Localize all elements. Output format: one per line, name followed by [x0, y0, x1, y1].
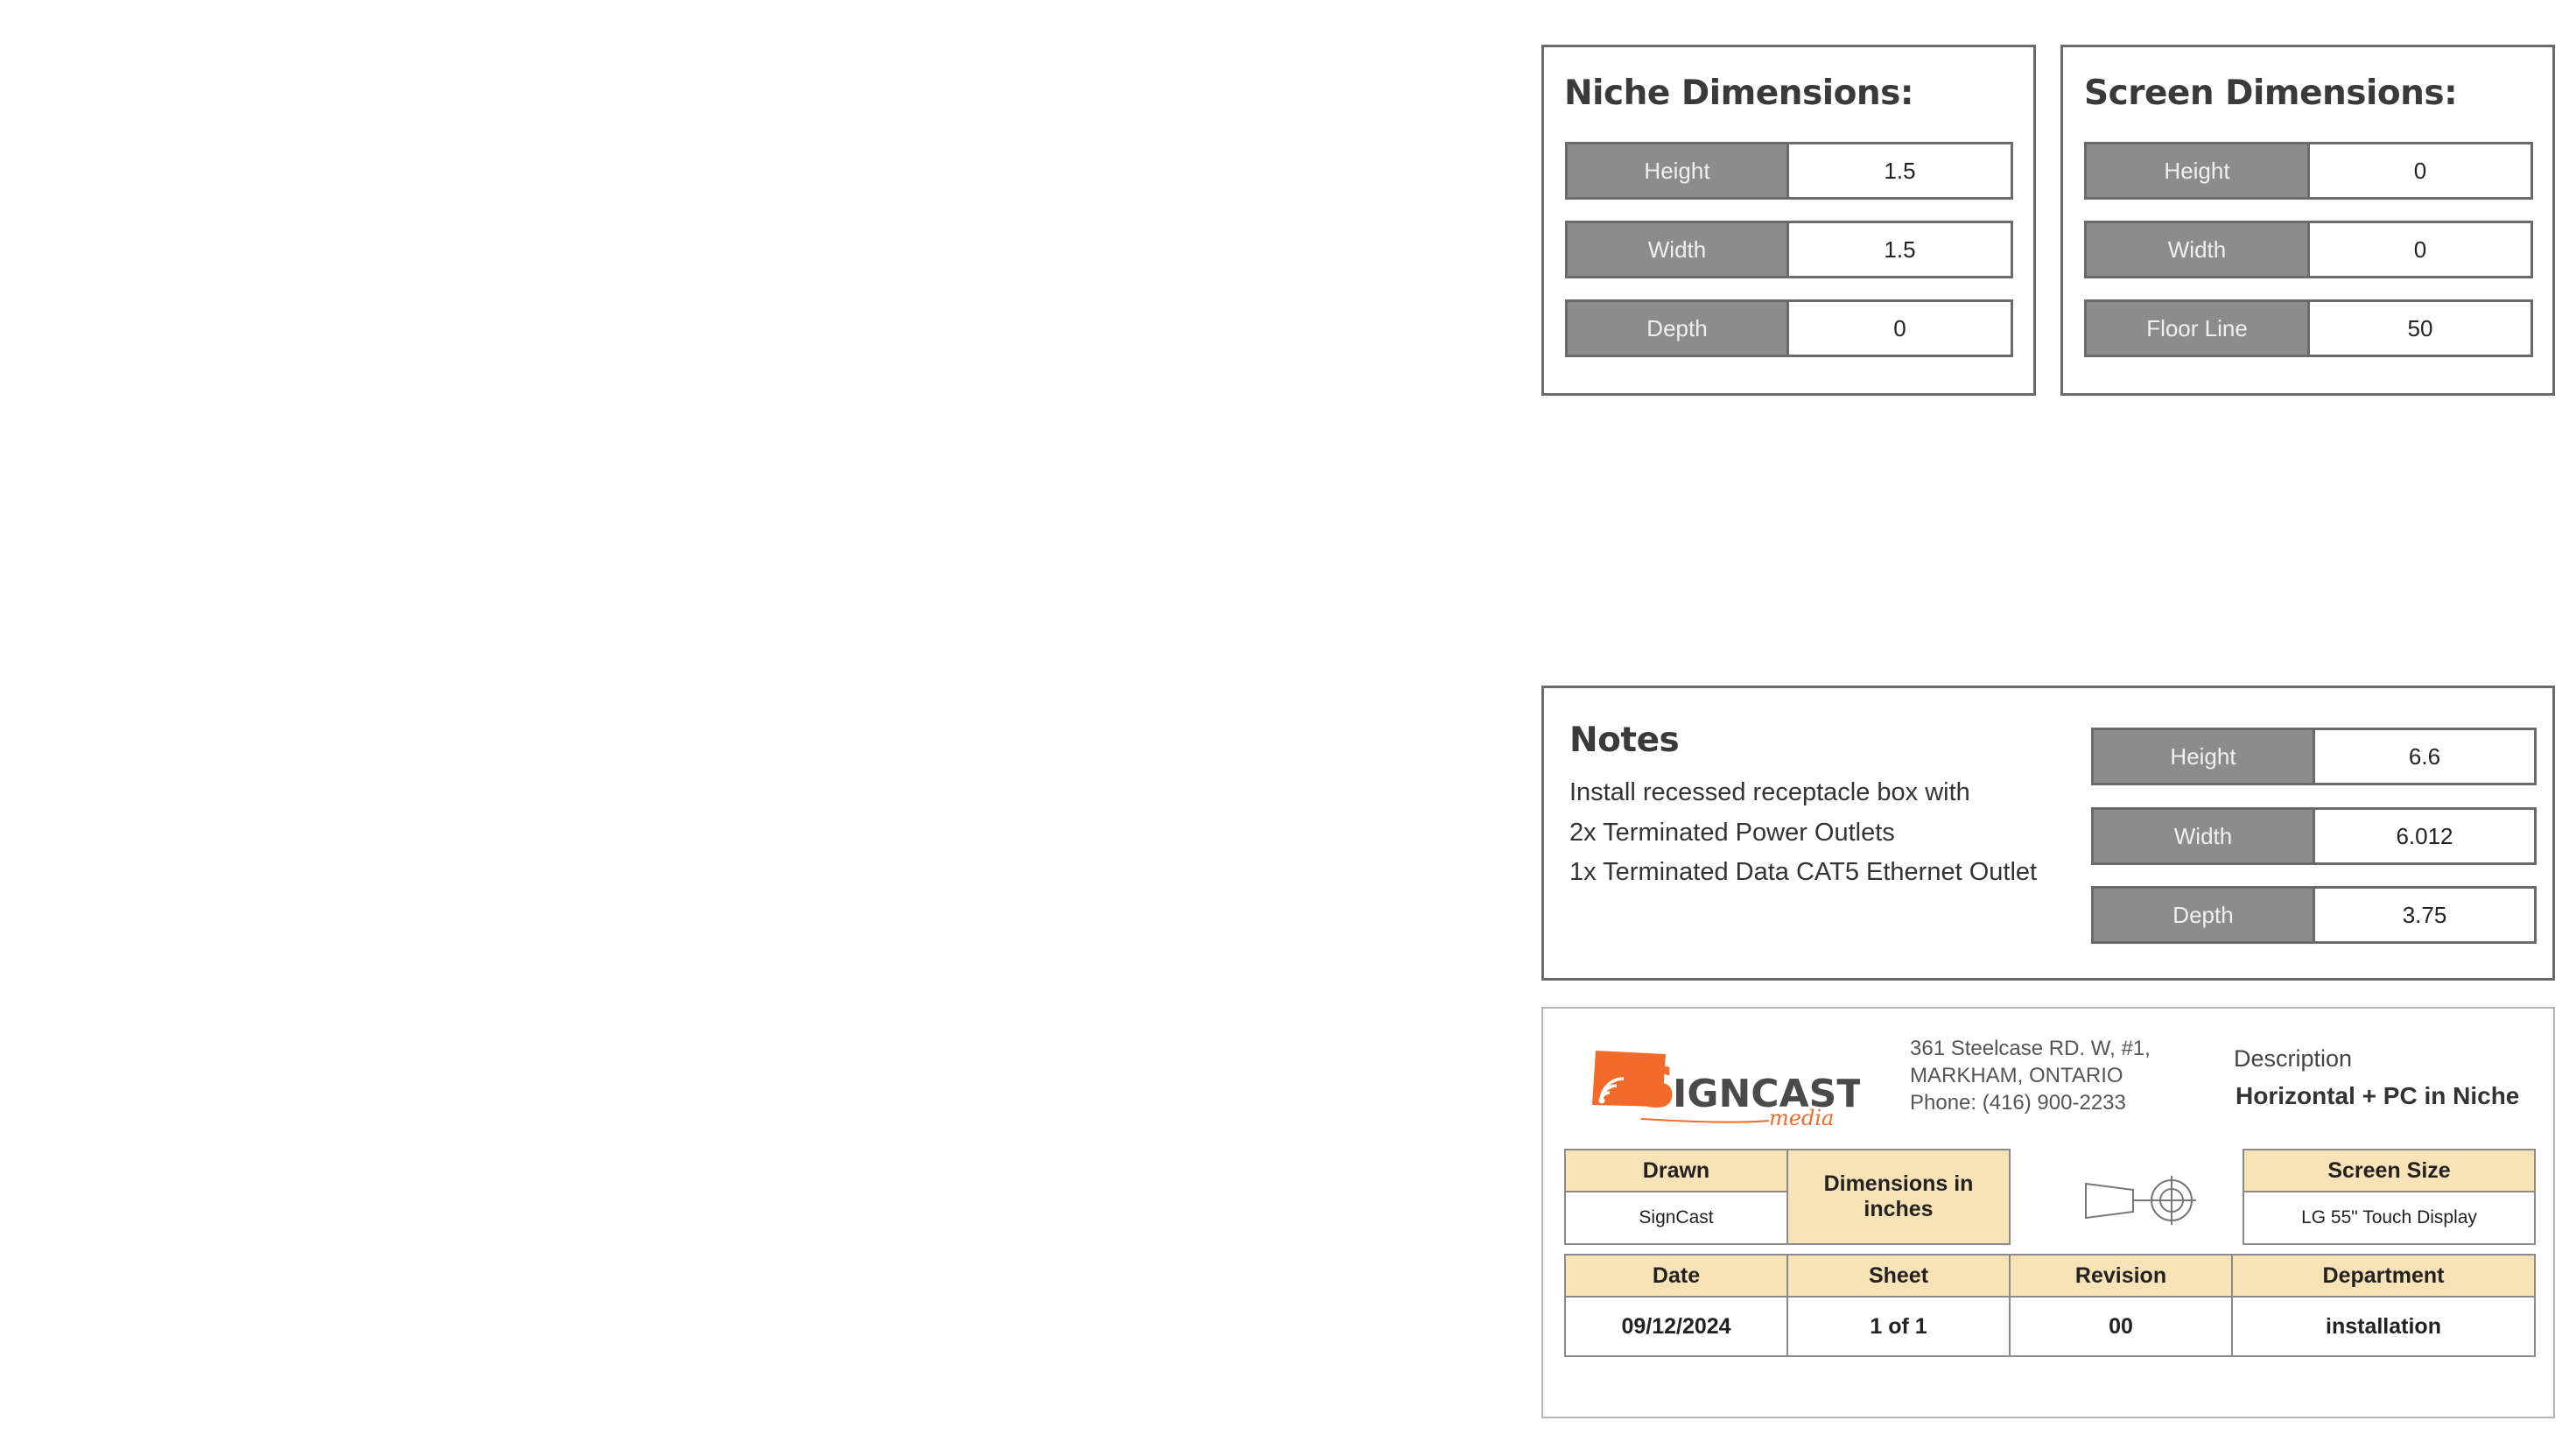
- department-value: installation: [2231, 1296, 2536, 1357]
- signcast-logo-graphic: S IGNCAST media: [1592, 1051, 1863, 1130]
- address-line-1: 361 Steelcase RD. W, #1,: [1910, 1037, 2151, 1060]
- niche-depth-label: Depth: [1565, 299, 1789, 357]
- screen-width-value: 0: [2310, 221, 2533, 278]
- notes-depth-label: Depth: [2091, 886, 2315, 944]
- screen-dimensions-title: Screen Dimensions:: [2084, 74, 2458, 113]
- notes-panel: Notes Install recessed receptacle box wi…: [1541, 686, 2555, 981]
- notes-height-value: 6.6: [2315, 728, 2537, 785]
- svg-text:S: S: [1636, 1056, 1676, 1121]
- description-value: Horizontal + PC in Niche: [2236, 1082, 2520, 1109]
- screen-dimensions-panel: Screen Dimensions: Height 0 Width 0 Floo…: [2060, 45, 2555, 396]
- description-label: Description: [2234, 1045, 2353, 1072]
- niche-dimensions-title: Niche Dimensions:: [1564, 74, 1913, 113]
- screen-width-row: Width 0: [2084, 221, 2533, 278]
- third-angle-projection-icon: [2085, 1176, 2196, 1225]
- date-value: 09/12/2024: [1564, 1296, 1788, 1357]
- niche-depth-value: 0: [1789, 299, 2013, 357]
- notes-height-row: Height 6.6: [2091, 728, 2537, 785]
- drawn-header: Drawn: [1564, 1149, 1788, 1192]
- notes-line-1: Install recessed receptacle box with: [1569, 778, 1970, 806]
- notes-title: Notes: [1569, 721, 1680, 760]
- svg-text:media: media: [1769, 1106, 1834, 1130]
- notes-depth-value: 3.75: [2315, 886, 2537, 944]
- screen-height-value: 0: [2310, 142, 2533, 200]
- title-block: S IGNCAST media 361 Steelcase RD. W, #1,…: [1541, 1007, 2555, 1418]
- niche-height-row: Height 1.5: [1565, 142, 2013, 200]
- niche-depth-row: Depth 0: [1565, 299, 2013, 357]
- notes-height-label: Height: [2091, 728, 2315, 785]
- drawn-value: SignCast: [1564, 1191, 1788, 1245]
- sheet-header: Sheet: [1786, 1254, 2011, 1298]
- niche-width-value: 1.5: [1789, 221, 2013, 278]
- address-line-3: Phone: (416) 900-2233: [1910, 1091, 2126, 1115]
- address-line-2: MARKHAM, ONTARIO: [1910, 1064, 2123, 1087]
- screen-floor-line-label: Floor Line: [2084, 299, 2310, 357]
- niche-width-label: Width: [1565, 221, 1789, 278]
- screen-size-value: LG 55" Touch Display: [2243, 1191, 2536, 1245]
- department-header: Department: [2231, 1254, 2536, 1298]
- projection-symbol-cell: [2047, 1147, 2243, 1247]
- niche-width-row: Width 1.5: [1565, 221, 2013, 278]
- screen-height-row: Height 0: [2084, 142, 2533, 200]
- notes-depth-row: Depth 3.75: [2091, 886, 2537, 944]
- notes-width-row: Width 6.012: [2091, 807, 2537, 865]
- date-header: Date: [1564, 1254, 1788, 1298]
- screen-floor-line-row: Floor Line 50: [2084, 299, 2533, 357]
- notes-width-value: 6.012: [2315, 807, 2537, 865]
- niche-height-value: 1.5: [1789, 142, 2013, 200]
- niche-height-label: Height: [1565, 142, 1789, 200]
- revision-header: Revision: [2009, 1254, 2233, 1298]
- screen-height-label: Height: [2084, 142, 2310, 200]
- sheet-value: 1 of 1: [1786, 1296, 2011, 1357]
- screen-floor-line-value: 50: [2310, 299, 2533, 357]
- screen-width-label: Width: [2084, 221, 2310, 278]
- notes-line-3: 1x Terminated Data CAT5 Ethernet Outlet: [1569, 858, 2038, 886]
- revision-value: 00: [2009, 1296, 2233, 1357]
- notes-width-label: Width: [2091, 807, 2315, 865]
- screen-size-header: Screen Size: [2243, 1149, 2536, 1192]
- notes-line-2: 2x Terminated Power Outlets: [1569, 819, 1895, 847]
- signcast-logo: S IGNCAST media: [1589, 1044, 1863, 1131]
- niche-dimensions-panel: Niche Dimensions: Height 1.5 Width 1.5 D…: [1541, 45, 2036, 396]
- dimensions-in-inches: Dimensions in inches: [1786, 1149, 2011, 1245]
